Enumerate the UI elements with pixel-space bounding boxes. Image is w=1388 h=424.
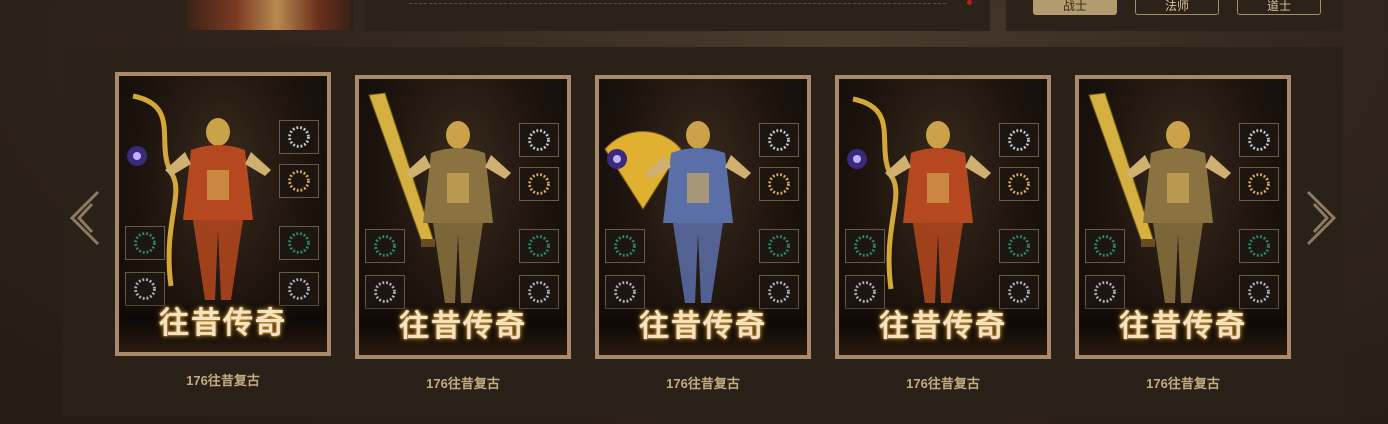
card-image: 往昔传奇 [835,75,1051,359]
red-dot-icon [967,0,972,5]
tab-warrior[interactable]: 战士 [1033,0,1117,15]
hero-figure-icon [165,118,271,300]
game-logo: 往昔传奇 [1119,309,1247,344]
divider [409,3,946,4]
tab-taoist[interactable]: 道士 [1237,0,1321,15]
card-caption[interactable]: 176往昔复古 [115,370,331,389]
hero-figure-icon [1125,121,1231,303]
card-image: 往昔传奇 [115,72,331,356]
card-image: 往昔传奇 [1075,75,1291,359]
hero-figure-icon [405,121,511,303]
game-logo: 往昔传奇 [159,306,287,341]
hero-figure-icon [645,121,751,303]
card-caption[interactable]: 176往昔复古 [1075,373,1291,392]
logo-band: 往昔传奇 [119,300,327,352]
equipment-slot [845,229,885,263]
equipment-slot [125,226,165,260]
equipment-slot [279,164,319,198]
equipment-slot [279,120,319,154]
equipment-slot [999,123,1039,157]
equipment-card[interactable]: 往昔传奇 176往昔复古 [1075,75,1291,392]
equipment-slot [759,167,799,201]
equipment-card[interactable]: 往昔传奇 176往昔复古 [835,75,1051,392]
chevron-right-icon[interactable] [1304,190,1338,246]
equipment-slot [519,167,559,201]
logo-band: 往昔传奇 [839,303,1047,355]
card-caption[interactable]: 176往昔复古 [595,373,811,392]
equipment-slot [605,229,645,263]
equipment-card[interactable]: 往昔传奇 176往昔复古 [595,75,811,392]
game-logo: 往昔传奇 [879,309,1007,344]
equipment-slot [1239,123,1279,157]
game-logo: 往昔传奇 [399,309,527,344]
equipment-slot [279,226,319,260]
chevron-left-icon[interactable] [68,190,102,246]
card-image: 往昔传奇 [355,75,571,359]
equipment-slot [519,229,559,263]
card-caption[interactable]: 176往昔复古 [835,373,1051,392]
equipment-slot [999,167,1039,201]
equipment-slot [759,123,799,157]
equipment-card[interactable]: 往昔传奇 176往昔复古 [115,72,331,389]
banner-thumbnail [186,0,351,30]
card-caption[interactable]: 176往昔复古 [355,373,571,392]
top-news-panel [365,0,990,31]
logo-band: 往昔传奇 [1079,303,1287,355]
equipment-slot [519,123,559,157]
equipment-slot [759,229,799,263]
card-image: 往昔传奇 [595,75,811,359]
hero-figure-icon [885,121,991,303]
equipment-slot [999,229,1039,263]
logo-band: 往昔传奇 [359,303,567,355]
logo-band: 往昔传奇 [599,303,807,355]
equipment-slot [1239,229,1279,263]
class-tabs-panel: 战士 法师 道士 [1006,0,1343,31]
equipment-card[interactable]: 往昔传奇 176往昔复古 [355,75,571,392]
equipment-slot [365,229,405,263]
tab-mage[interactable]: 法师 [1135,0,1219,15]
game-logo: 往昔传奇 [639,309,767,344]
equipment-slot [1085,229,1125,263]
equipment-slot [1239,167,1279,201]
